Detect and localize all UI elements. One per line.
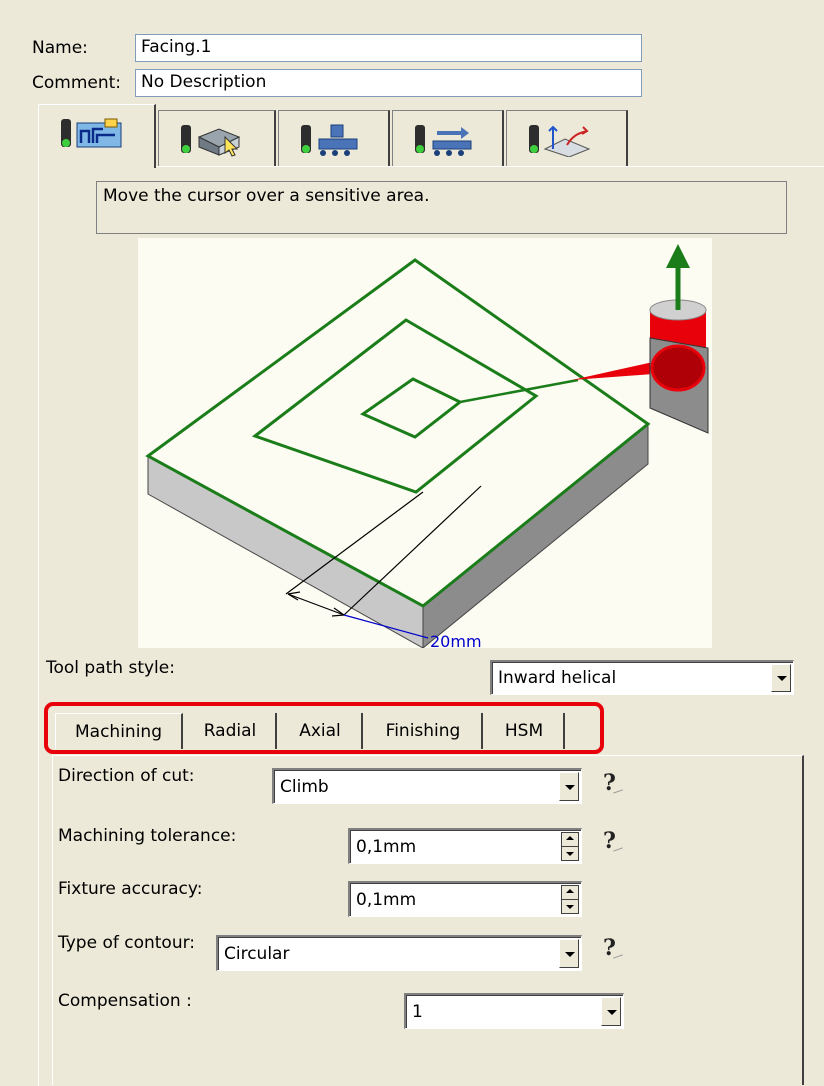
machining-tolerance-value: 0,1mm <box>356 836 417 857</box>
direction-of-cut-value: Climb <box>280 776 329 797</box>
tool-path-style-value: Inward helical <box>498 668 617 688</box>
name-label: Name: <box>32 38 88 58</box>
machining-tolerance-label: Machining tolerance: <box>58 826 237 846</box>
machining-tolerance-field[interactable]: 0,1mm <box>348 828 582 864</box>
macro-icon <box>529 125 591 157</box>
tab-macros[interactable] <box>506 110 628 166</box>
help-icon[interactable]: ? <box>603 828 616 854</box>
fixture-accuracy-value: 0,1mm <box>356 889 417 910</box>
name-field[interactable]: Facing.1 <box>135 34 642 62</box>
spinner-icon[interactable] <box>561 885 579 914</box>
chevron-down-icon[interactable] <box>601 997 621 1026</box>
hint-box: Move the cursor over a sensitive area. <box>96 181 787 234</box>
type-of-contour-value: Circular <box>224 943 290 964</box>
strategy-parameters-icon <box>61 118 122 148</box>
comment-field[interactable]: No Description <box>135 69 642 97</box>
compensation-value: 1 <box>412 1001 423 1022</box>
spinner-icon[interactable] <box>561 832 579 861</box>
facing-diagram-graphic: 20mm <box>145 244 709 648</box>
tab-tool[interactable] <box>278 110 390 166</box>
fixture-accuracy-label: Fixture accuracy: <box>58 879 203 899</box>
compensation-label: Compensation : <box>58 991 192 1011</box>
compensation-select[interactable]: 1 <box>404 993 624 1029</box>
chevron-down-icon[interactable] <box>559 939 579 968</box>
tab-geometry[interactable] <box>158 110 276 166</box>
geometry-icon <box>181 125 241 157</box>
comment-label: Comment: <box>32 73 122 93</box>
machining-panel <box>52 755 804 1085</box>
feeds-speeds-icon <box>415 125 472 156</box>
type-of-contour-select[interactable]: Circular <box>216 935 582 971</box>
tab-feeds-speeds[interactable] <box>392 110 504 166</box>
facing-diagram[interactable]: 20mm <box>138 238 712 648</box>
tool-icon <box>301 124 358 156</box>
tool-path-style-select[interactable]: Inward helical <box>490 660 794 695</box>
tool-path-style-label: Tool path style: <box>46 658 175 678</box>
type-of-contour-label: Type of contour: <box>58 933 196 953</box>
highlight-frame <box>44 702 604 754</box>
fixture-accuracy-field[interactable]: 0,1mm <box>348 881 582 917</box>
direction-of-cut-label: Direction of cut: <box>58 766 195 786</box>
tab-strategy[interactable] <box>38 104 156 168</box>
hint-text: Move the cursor over a sensitive area. <box>103 186 430 206</box>
dimension-label: 20mm <box>430 632 482 648</box>
chevron-down-icon[interactable] <box>559 772 579 801</box>
help-icon[interactable]: ? <box>603 770 616 796</box>
help-icon[interactable]: ? <box>603 935 616 961</box>
direction-of-cut-select[interactable]: Climb <box>272 768 582 804</box>
chevron-down-icon[interactable] <box>771 664 791 692</box>
